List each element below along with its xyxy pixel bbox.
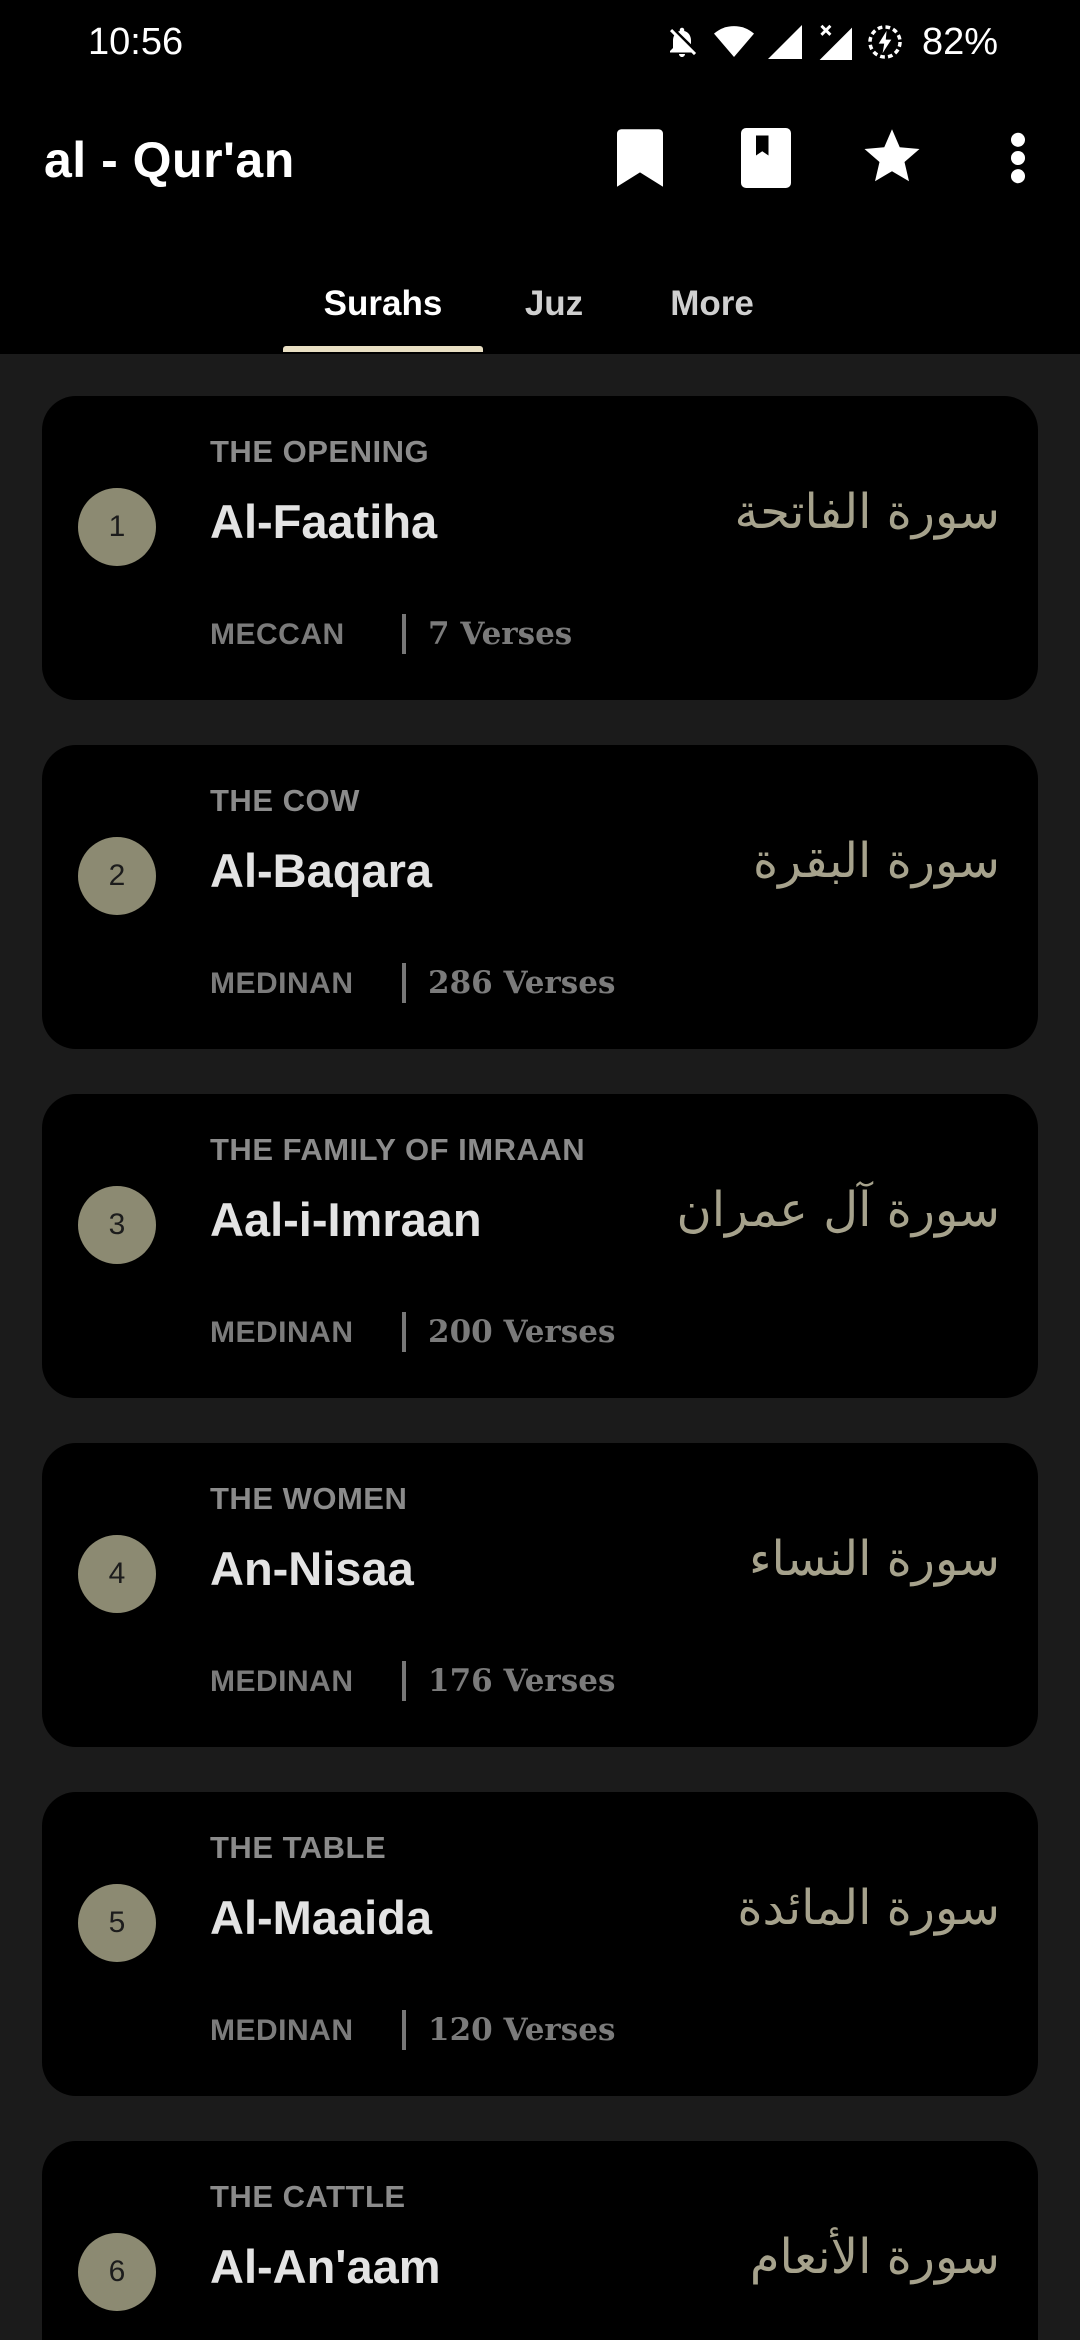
- surah-meaning: THE WOMEN: [210, 1481, 408, 1516]
- verse-count: 176 Verses: [428, 1663, 616, 1699]
- book-icon: [741, 127, 791, 193]
- surah-name: Al-Maaida: [210, 1891, 432, 1944]
- divider: [402, 2010, 406, 2050]
- surah-arabic-name: سورة آل عمران: [676, 1182, 1000, 1238]
- tab-bar: Surahs Juz More: [0, 254, 1080, 354]
- verse-count: 7 Verses: [428, 616, 573, 652]
- surah-card-2[interactable]: 2 THE COW Al-Baqara سورة البقرة MEDINAN …: [42, 745, 1038, 1049]
- surah-meaning: THE OPENING: [210, 434, 430, 469]
- divider: [402, 963, 406, 1003]
- more-vert-icon: [1010, 132, 1026, 189]
- revelation-type: MEDINAN: [210, 1316, 354, 1349]
- revelation-type: MEDINAN: [210, 1665, 354, 1698]
- bookmark-icon: [617, 128, 663, 192]
- signal-no-data-icon: [816, 24, 852, 60]
- verse-count: 120 Verses: [428, 2012, 616, 2048]
- divider: [402, 1312, 406, 1352]
- surah-arabic-name: سورة البقرة: [753, 833, 1000, 889]
- status-time: 10:56: [88, 21, 184, 63]
- surah-arabic-name: سورة النساء: [748, 1531, 1000, 1587]
- surah-number-badge: 2: [78, 837, 156, 915]
- surah-name: Aal-i-Imraan: [210, 1193, 482, 1246]
- surah-card-4[interactable]: 4 THE WOMEN An-Nisaa سورة النساء MEDINAN…: [42, 1443, 1038, 1747]
- screen: 10:56 82% al - Qur'an Surahs Juz More 1 …: [0, 0, 1080, 2340]
- app-title: al - Qur'an: [44, 132, 295, 188]
- surah-meaning: THE COW: [210, 783, 360, 818]
- wifi-icon: [713, 24, 754, 60]
- surah-number-badge: 4: [78, 1535, 156, 1613]
- divider: [402, 1661, 406, 1701]
- surah-name: Al-Baqara: [210, 844, 433, 897]
- surah-number-badge: 1: [78, 488, 156, 566]
- surah-name: Al-An'aam: [210, 2240, 441, 2293]
- surah-number-badge: 3: [78, 1186, 156, 1264]
- surah-meaning: THE FAMILY OF IMRAAN: [210, 1132, 586, 1167]
- surah-card-5[interactable]: 5 THE TABLE Al-Maaida سورة المائدة MEDIN…: [42, 1792, 1038, 2096]
- tab-juz[interactable]: Juz: [500, 254, 608, 354]
- surah-number-badge: 5: [78, 1884, 156, 1962]
- tab-surahs[interactable]: Surahs: [283, 254, 483, 354]
- favorites-button[interactable]: [848, 116, 936, 204]
- surah-card-1[interactable]: 1 THE OPENING Al-Faatiha سورة الفاتحة ME…: [42, 396, 1038, 700]
- battery-percentage: 82%: [921, 21, 998, 63]
- surah-number-badge: 6: [78, 2233, 156, 2311]
- app-bar: al - Qur'an Surahs Juz More: [0, 84, 1080, 354]
- surah-arabic-name: سورة الفاتحة: [734, 484, 1000, 540]
- status-bar: 10:56 82%: [0, 0, 1080, 84]
- signal-icon: [767, 25, 802, 59]
- overflow-menu-button[interactable]: [974, 116, 1062, 204]
- surah-arabic-name: سورة الأنعام: [749, 2229, 1000, 2285]
- verse-count: 200 Verses: [428, 1314, 616, 1350]
- tab-indicator: [283, 346, 483, 352]
- surah-meaning: THE CATTLE: [210, 2179, 406, 2214]
- surah-card-6[interactable]: 6 THE CATTLE Al-An'aam سورة الأنعام: [42, 2141, 1038, 2340]
- verse-count: 286 Verses: [428, 965, 616, 1001]
- star-icon: [862, 128, 922, 192]
- surah-card-3[interactable]: 3 THE FAMILY OF IMRAAN Aal-i-Imraan سورة…: [42, 1094, 1038, 1398]
- surah-name: Al-Faatiha: [210, 495, 438, 548]
- revelation-type: MEDINAN: [210, 2014, 354, 2047]
- status-icons: 82%: [664, 18, 998, 66]
- read-button[interactable]: [722, 116, 810, 204]
- revelation-type: MECCAN: [210, 618, 345, 651]
- bookmarks-button[interactable]: [596, 116, 684, 204]
- divider: [402, 614, 406, 654]
- tab-more[interactable]: More: [650, 254, 774, 354]
- surah-meaning: THE TABLE: [210, 1830, 387, 1865]
- notifications-off-icon: [664, 24, 700, 60]
- battery-saver-icon: [866, 23, 904, 61]
- revelation-type: MEDINAN: [210, 967, 354, 1000]
- surah-arabic-name: سورة المائدة: [737, 1880, 1000, 1936]
- surah-name: An-Nisaa: [210, 1542, 414, 1595]
